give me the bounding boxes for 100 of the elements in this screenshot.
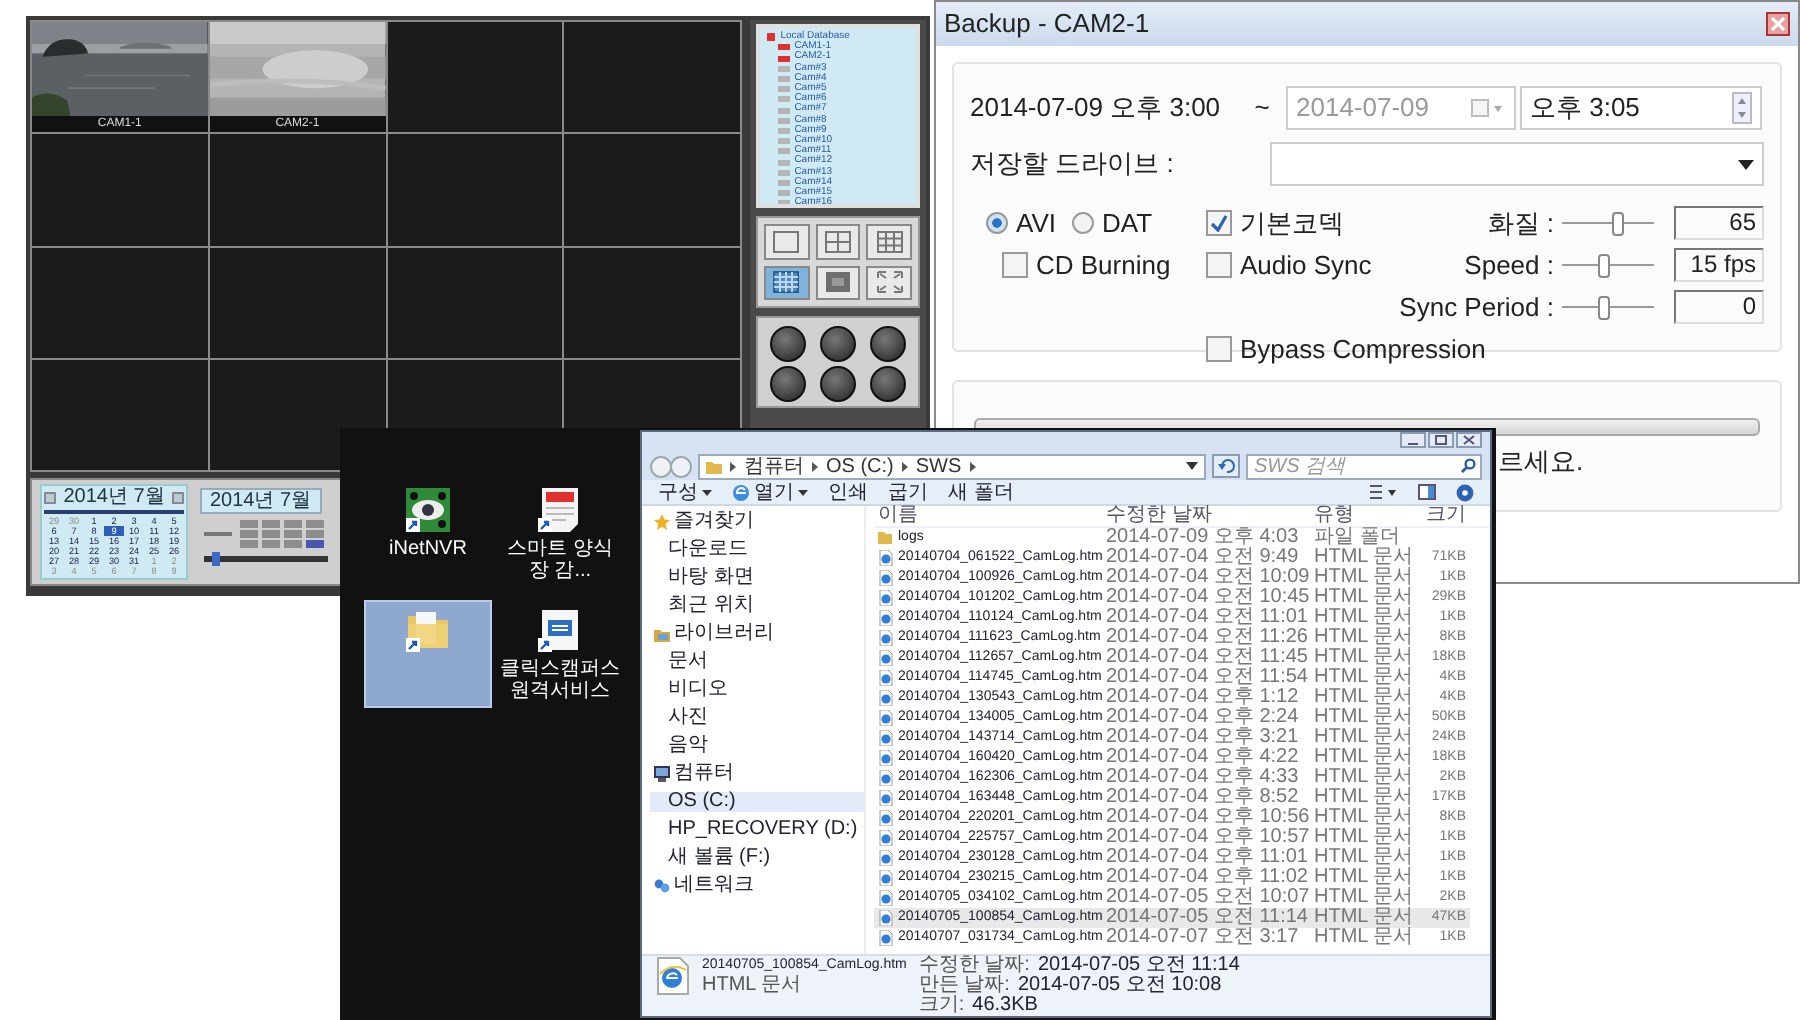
- sidebar-group[interactable]: 컴퓨터: [674, 764, 734, 784]
- date-cell-text: 2014-07-05 오전 10:07: [1104, 888, 1310, 908]
- date-cell-text: 2014-07-04 오전 9:49: [1104, 548, 1301, 568]
- sidebar-item[interactable]: OS (C:): [650, 792, 864, 812]
- breadcrumb-item[interactable]: OS (C:): [826, 455, 894, 477]
- browser-file-icon: [878, 850, 894, 866]
- slider-value-field: 15 fps: [1674, 248, 1764, 282]
- checkbox[interactable]: 기본코덱: [1206, 204, 1430, 242]
- radio-button[interactable]: AVI: [986, 204, 1056, 242]
- breadcrumb-item[interactable]: SWS: [915, 455, 962, 477]
- slider-thumb[interactable]: [1597, 295, 1610, 319]
- close-button[interactable]: [1456, 432, 1482, 448]
- search-field[interactable]: SWS 검색: [1246, 453, 1482, 479]
- toolbar-button[interactable]: 새 폴더: [948, 481, 1014, 503]
- slider-thumb[interactable]: [1611, 211, 1624, 235]
- date-cell-text: 2014-07-07 오전 3:17: [1104, 928, 1301, 948]
- caret-icon: [702, 489, 712, 495]
- chevron-icon: [728, 459, 738, 473]
- round-control-button[interactable]: [870, 326, 907, 362]
- desktop-icon[interactable]: 스마트 양식장 감...: [496, 480, 624, 588]
- slider-thumb[interactable]: [1597, 253, 1610, 277]
- sidebar-item[interactable]: 최근 위치: [650, 596, 864, 616]
- folder-icon: [878, 530, 894, 546]
- toolbar-button[interactable]: 인쇄: [828, 481, 868, 503]
- chevron-icon: [967, 459, 978, 473]
- date-cell-text: 2014-07-04 오후 3:21: [1104, 728, 1301, 748]
- toolbar-button[interactable]: 열기: [732, 481, 808, 503]
- address-bar[interactable]: 컴퓨터 OS (C:) SWS: [698, 453, 1206, 479]
- type-cell-text: HTML 문서: [1312, 588, 1414, 608]
- sidebar-item[interactable]: HP_RECOVERY (D:): [650, 820, 864, 840]
- round-control-button[interactable]: [769, 366, 806, 402]
- end-time-field[interactable]: 오후 3:05: [1520, 86, 1762, 130]
- layout-button[interactable]: [866, 265, 912, 300]
- drive-label: 저장할 드라이브 :: [970, 146, 1176, 183]
- date-cell-text: 2014-07-04 오전 11:45: [1104, 648, 1310, 668]
- help-button[interactable]: [1456, 483, 1474, 501]
- column-header[interactable]: 크기: [1414, 506, 1470, 526]
- timeline-title: 2014년 7월: [200, 488, 322, 514]
- date-cell-text: 2014-07-04 오전 11:54: [1104, 668, 1310, 688]
- toolbar-button[interactable]: 구성: [658, 481, 712, 503]
- layout-button[interactable]: [815, 224, 861, 259]
- back-button[interactable]: [650, 455, 672, 477]
- sidebar-item[interactable]: 사진: [650, 708, 864, 728]
- desktop-icon[interactable]: 클릭스캠퍼스 원격서비스: [496, 600, 624, 708]
- column-header[interactable]: 수정한 날짜: [1102, 506, 1310, 526]
- close-button[interactable]: [1766, 12, 1790, 36]
- desktop-icon[interactable]: iNetNVR: [364, 480, 492, 588]
- round-control-button[interactable]: [820, 326, 857, 362]
- round-control-button[interactable]: [820, 366, 857, 402]
- breadcrumb-item[interactable]: 컴퓨터: [744, 455, 804, 477]
- help-icon: [1456, 483, 1474, 501]
- type-cell-text: HTML 문서: [1312, 648, 1414, 668]
- checkbox[interactable]: Audio Sync: [1206, 246, 1430, 284]
- column-header[interactable]: 유형: [1310, 506, 1414, 526]
- sidebar-item[interactable]: 새 볼륨 (F:): [650, 848, 864, 868]
- date-cell-text: 2014-07-04 오후 8:52: [1104, 788, 1301, 808]
- date-cell-text: 2014-07-04 오전 11:26: [1104, 628, 1310, 648]
- layout-button[interactable]: [815, 265, 861, 300]
- sidebar-group[interactable]: 네트워크: [674, 876, 754, 896]
- browser-file-icon: [878, 770, 894, 786]
- sidebar-item[interactable]: 음악: [650, 736, 864, 756]
- column-header[interactable]: 이름: [874, 506, 1102, 526]
- refresh-button[interactable]: [1212, 454, 1240, 478]
- browser-file-icon: [878, 810, 894, 826]
- layout-button[interactable]: [764, 265, 810, 300]
- layout-button[interactable]: [866, 224, 912, 259]
- type-cell-text: HTML 문서: [1312, 688, 1414, 708]
- browser-file-icon: [878, 710, 894, 726]
- minimize-button[interactable]: [1400, 432, 1426, 448]
- start-datetime: 2014-07-09 오후 3:00: [970, 90, 1223, 127]
- type-cell-text: 파일 폴더: [1312, 528, 1400, 548]
- radio-button[interactable]: DAT: [1072, 204, 1153, 242]
- round-control-button[interactable]: [870, 366, 907, 402]
- maximize-button[interactable]: [1428, 432, 1454, 448]
- round-control-button[interactable]: [769, 326, 806, 362]
- sidebar-item[interactable]: 다운로드: [650, 540, 864, 560]
- square-icon: [768, 227, 805, 256]
- sidebar-item[interactable]: 바탕 화면: [650, 568, 864, 588]
- folder-icon: [404, 606, 452, 654]
- view-options-button[interactable]: [1370, 484, 1398, 500]
- browser-file-icon: [878, 790, 894, 806]
- window-title: Backup - CAM2-1: [944, 6, 1150, 43]
- toolbar-button[interactable]: 굽기: [888, 481, 928, 503]
- sidebar-group[interactable]: 라이브러리: [674, 624, 774, 644]
- layout-button[interactable]: [764, 224, 810, 259]
- checkbox[interactable]: CD Burning: [1002, 246, 1206, 284]
- spinner-icon: [1732, 92, 1752, 124]
- application-icon: [536, 606, 584, 654]
- browser-file-icon: [878, 870, 894, 886]
- sidebar-item[interactable]: 비디오: [650, 680, 864, 700]
- type-cell-text: HTML 문서: [1312, 748, 1414, 768]
- sidebar-item[interactable]: 문서: [650, 652, 864, 672]
- refresh-icon: [1217, 458, 1235, 474]
- type-cell-text: HTML 문서: [1312, 608, 1414, 628]
- checkbox[interactable]: Bypass Compression: [1206, 330, 1764, 368]
- preview-pane-button[interactable]: [1418, 484, 1436, 500]
- desktop-icon[interactable]: [364, 600, 492, 708]
- sidebar-group[interactable]: 즐겨찾기: [674, 512, 754, 532]
- date-cell-text: 2014-07-04 오후 10:57: [1104, 828, 1310, 848]
- forward-button[interactable]: [670, 455, 692, 477]
